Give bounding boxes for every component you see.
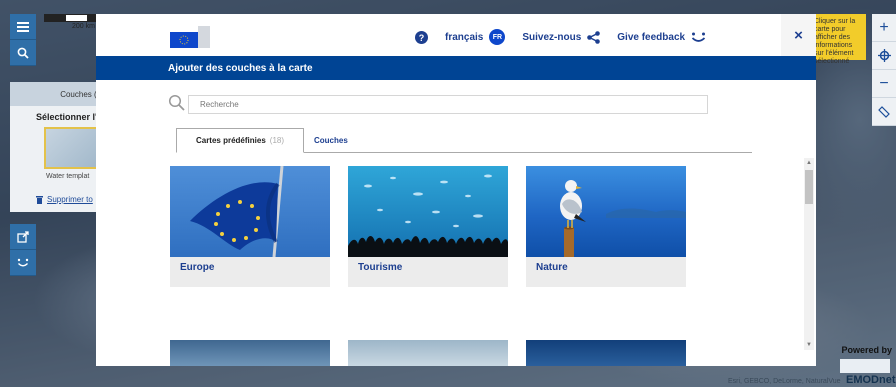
zoom-in-button[interactable]: + [872,14,896,42]
close-modal-button[interactable]: × [781,14,816,56]
eu-commission-logo [170,26,210,48]
card-europe-label: Europe [180,262,215,273]
card-nature-label: Nature [536,262,568,273]
tab-bar: Cartes prédéfinies (18) Couches [176,128,752,153]
scroll-thumb[interactable] [805,170,813,204]
plus-icon: + [879,18,889,36]
share-icon [16,230,29,243]
search-magnifier-icon [168,94,185,111]
eu-flag-photo [170,165,330,258]
language-label: français [445,31,484,43]
feedback-smile-icon [691,32,706,42]
share-button[interactable] [10,224,36,250]
map-attribution: Esri, GEBCO, DeLorme, NaturalVue [728,378,841,385]
tab-predefined-label: Cartes prédéfinies [195,136,266,145]
map-card-tourisme[interactable]: Tourisme [348,166,508,287]
share-network-icon [587,30,601,44]
search-input[interactable] [188,95,708,114]
modal-scrollbar[interactable]: ▲ ▼ [804,158,814,350]
hamburger-icon [17,21,29,32]
crosshair-icon [877,49,891,62]
card-tourisme-label: Tourisme [358,262,403,273]
right-toolbar: + − [872,14,896,126]
top-links: ? français FR Suivez-nous Give feedback [415,29,723,45]
measure-button[interactable] [872,98,896,126]
delete-all-label: Supprimer to [47,195,93,204]
powered-by-label: Powered by [841,345,892,355]
trash-icon [36,195,43,204]
map-card-nature[interactable]: Nature [526,166,686,287]
language-selector[interactable]: français FR [445,29,506,45]
scale-label: 200 km [72,23,95,30]
help-link[interactable]: ? [415,30,428,44]
ruler-icon [878,105,890,118]
tab-layers[interactable]: Couches [302,128,360,153]
follow-label: Suivez-nous [522,31,582,43]
scroll-down-arrow-icon[interactable]: ▼ [804,340,814,350]
emodnet-logo: EMODnet [846,374,896,386]
tab-layers-label: Couches [314,136,348,145]
zoom-out-button[interactable]: − [872,70,896,98]
modal-top-bar: ? français FR Suivez-nous Give feedback … [96,14,816,56]
modal-title: Ajouter des couches à la carte [96,56,816,80]
minus-icon: − [879,74,889,92]
map-card-europe[interactable]: Europe [170,165,330,287]
map-card-row2-1[interactable] [170,340,330,366]
scroll-up-arrow-icon[interactable]: ▲ [804,158,814,168]
question-circle-icon: ? [415,30,428,44]
powered-by-logo [840,359,890,373]
language-badge-icon: FR [489,29,506,45]
tab-predefined-count: (18) [269,136,285,145]
delete-all-link[interactable]: Supprimer to [36,195,93,204]
search-row [168,94,708,115]
add-layers-modal: ? français FR Suivez-nous Give feedback … [96,14,816,366]
map-card-row2-3[interactable] [526,340,686,366]
feedback-tool-button[interactable] [10,250,36,276]
give-feedback-link[interactable]: Give feedback [617,32,706,43]
search-icon [17,47,29,59]
water-template-label: Water templat [46,173,90,180]
tab-predefined-maps[interactable]: Cartes prédéfinies (18) [176,128,304,153]
seagull-photo [526,166,686,257]
map-card-row2-2[interactable] [348,340,508,366]
feedback-label: Give feedback [617,31,686,43]
svg-text:?: ? [419,33,425,43]
locate-button[interactable] [872,42,896,70]
aquarium-photo [348,166,508,257]
follow-us-link[interactable]: Suivez-nous [522,30,601,44]
menu-button[interactable] [10,14,36,40]
search-tool-button[interactable] [10,40,36,66]
smile-icon [17,258,29,266]
